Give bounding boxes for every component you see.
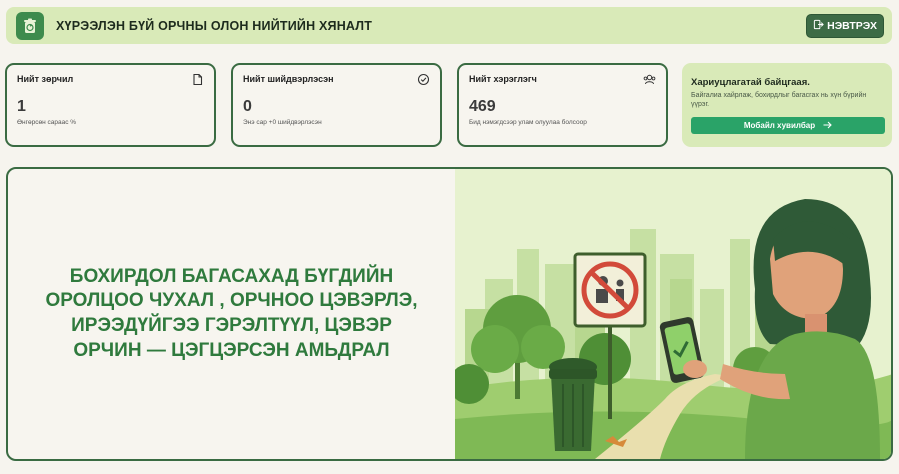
hero-banner: БОХИРДОЛ БАГАСАХАД БҮГДИЙН ОРОЛЦОО ЧУХАЛ… xyxy=(6,167,893,461)
stat-label: Нийт хэрэглэгч xyxy=(469,74,537,84)
document-icon xyxy=(191,73,204,86)
app-title: ХҮРЭЭЛЭН БҮЙ ОРЧНЫ ОЛОН НИЙТИЙН ХЯНАЛТ xyxy=(56,18,373,33)
stat-label: Нийт шийдвэрлэсэн xyxy=(243,74,334,84)
stat-value: 469 xyxy=(469,98,496,115)
logout-icon xyxy=(813,19,824,33)
responsibility-card: Хариуцлагатай байцгаая. Байгалиа хайрлаж… xyxy=(682,63,892,147)
stat-card-violations: Нийт зөрчил 1 Өнгөрсөн сараас % xyxy=(5,63,216,147)
stat-card-resolved: Нийт шийдвэрлэсэн 0 Энэ сар +0 шийдвэрлэ… xyxy=(231,63,442,147)
stat-card-users: Нийт хэрэглэгч 469 Бид нэмэгдсээр улам о… xyxy=(457,63,668,147)
stat-label: Нийт зөрчил xyxy=(17,74,74,84)
arrow-right-icon xyxy=(823,121,832,131)
support-text: Байгалиа хайрлаж, бохирдлыг багасгах нь … xyxy=(691,92,867,109)
stat-subtext: Энэ сар +0 шийдвэрлэсэн xyxy=(243,119,322,126)
support-title: Хариуцлагатай байцгаая. xyxy=(691,77,810,88)
hero-illustration xyxy=(455,169,891,459)
top-bar: ХҮРЭЭЛЭН БҮЙ ОРЧНЫ ОЛОН НИЙТИЙН ХЯНАЛТ Н… xyxy=(6,7,892,44)
stat-value: 0 xyxy=(243,98,252,115)
mobile-button-label: Мобайл хувилбар xyxy=(743,121,816,131)
mobile-version-button[interactable]: Мобайл хувилбар xyxy=(691,117,885,135)
logout-label: НЭВТРЭХ xyxy=(827,19,877,32)
stat-subtext: Өнгөрсөн сараас % xyxy=(17,119,77,126)
logout-button[interactable]: НЭВТРЭХ xyxy=(806,13,884,38)
hero-slogan: БОХИРДОЛ БАГАСАХАД БҮГДИЙН ОРОЛЦОО ЧУХАЛ… xyxy=(45,265,418,361)
stat-value: 1 xyxy=(17,98,26,115)
stat-subtext: Бид нэмэгдсээр улам олуулаа болсоор xyxy=(469,119,587,126)
hero-text-panel: БОХИРДОЛ БАГАСАХАД БҮГДИЙН ОРОЛЦОО ЧУХАЛ… xyxy=(8,169,455,459)
users-icon xyxy=(643,73,656,86)
check-circle-icon xyxy=(417,73,430,86)
recycle-bin-icon[interactable] xyxy=(16,11,44,40)
